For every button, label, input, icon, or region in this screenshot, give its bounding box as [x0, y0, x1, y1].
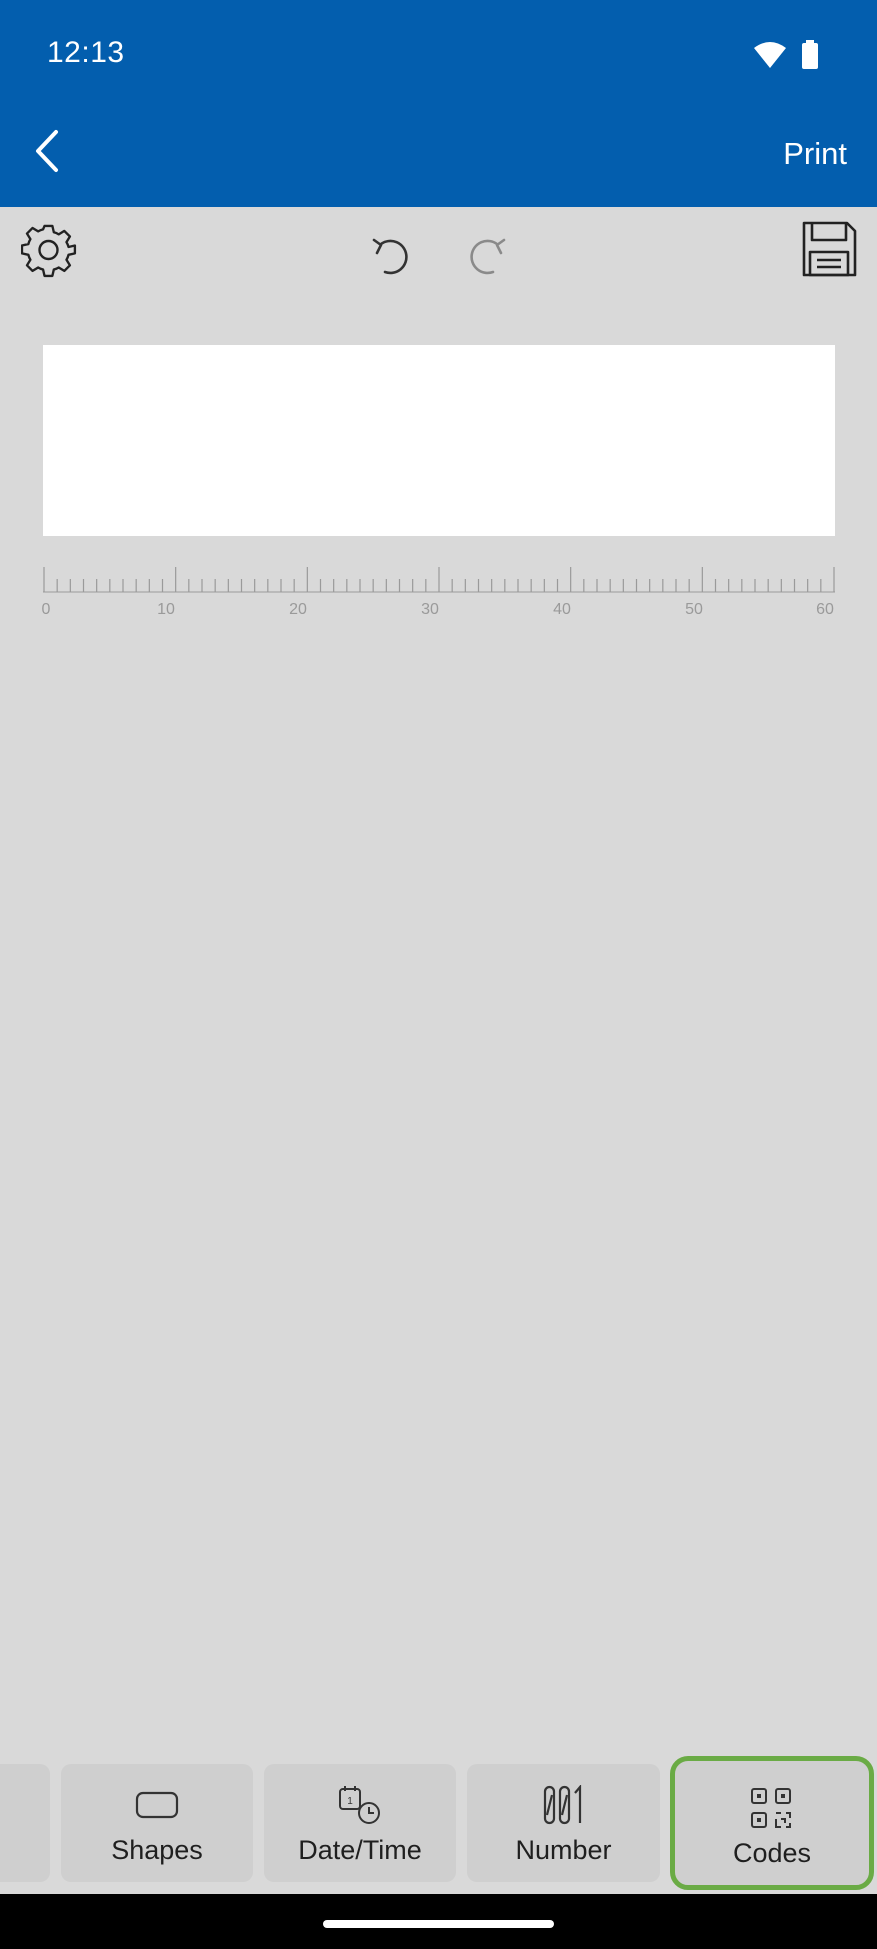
- tab-label: Shapes: [111, 1835, 203, 1865]
- status-icons: [753, 40, 819, 75]
- qr-code-icon: [750, 1786, 794, 1830]
- ruler-label: 50: [685, 601, 703, 618]
- ruler-label: 0: [41, 601, 51, 618]
- wifi-icon: [753, 41, 787, 74]
- back-arrow-icon: [32, 129, 62, 178]
- floppy-disk-icon: [800, 220, 858, 283]
- undo-icon: [369, 232, 415, 283]
- battery-icon: [801, 40, 819, 75]
- tab-codes[interactable]: Codes: [670, 1756, 874, 1890]
- tab-partial[interactable]: [0, 1764, 50, 1882]
- undo-button[interactable]: [362, 227, 422, 287]
- print-button[interactable]: Print: [783, 136, 847, 172]
- number-icon: [542, 1783, 586, 1827]
- editor-toolbar: [0, 207, 877, 297]
- system-nav-bar: [0, 1894, 877, 1949]
- gear-icon: [20, 223, 77, 284]
- status-bar: 12:13: [0, 0, 877, 100]
- tab-date-time[interactable]: 1 Date/Time: [264, 1764, 456, 1882]
- redo-button[interactable]: [456, 227, 516, 287]
- tab-number[interactable]: Number: [467, 1764, 660, 1882]
- ruler-label: 60: [816, 601, 834, 618]
- ruler-label: 30: [421, 601, 439, 618]
- home-indicator[interactable]: [323, 1920, 554, 1928]
- app-bar: Print: [0, 100, 877, 207]
- tab-shapes[interactable]: Shapes: [61, 1764, 253, 1882]
- tab-label: Number: [515, 1835, 612, 1865]
- back-button[interactable]: [22, 128, 72, 178]
- element-tab-bar: Shapes 1 Date/Time Number Codes: [0, 1756, 877, 1890]
- save-button[interactable]: [798, 220, 860, 282]
- rounded-rectangle-icon: [135, 1783, 179, 1827]
- calendar-clock-icon: 1: [338, 1783, 382, 1827]
- settings-button[interactable]: [18, 222, 80, 284]
- ruler-label: 20: [289, 601, 307, 618]
- ruler-label: 40: [553, 601, 571, 618]
- redo-icon: [463, 232, 509, 283]
- ruler: 0 10 20 30 40 50 60: [41, 565, 835, 625]
- tab-label: Codes: [732, 1838, 812, 1868]
- status-time: 12:13: [47, 36, 125, 69]
- ruler-ticks: [43, 567, 835, 593]
- ruler-label: 10: [157, 601, 175, 618]
- label-canvas[interactable]: [43, 345, 835, 536]
- tab-label: Date/Time: [298, 1835, 422, 1865]
- svg-text:1: 1: [347, 1796, 353, 1807]
